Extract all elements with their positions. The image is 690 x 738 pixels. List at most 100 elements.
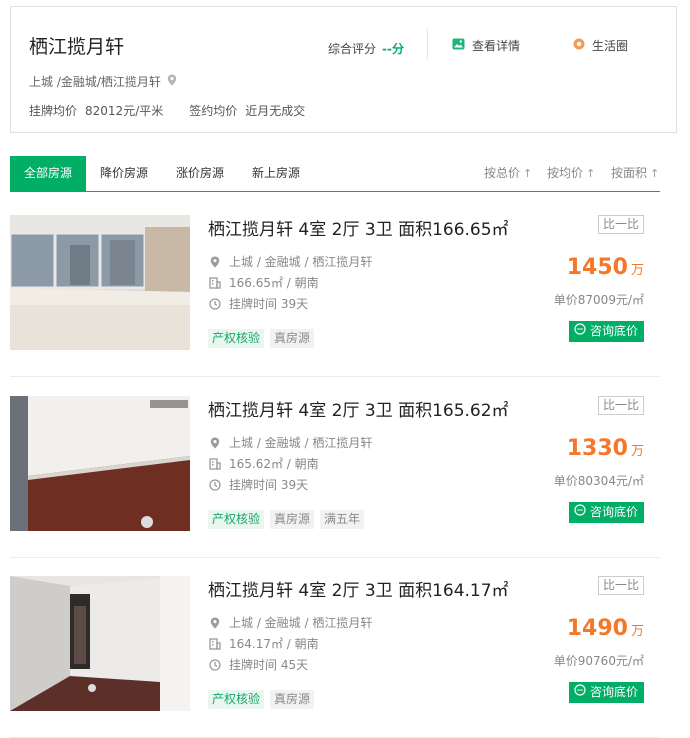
listing-layout-text: 165.62㎡ / 朝南 [229,457,319,471]
listing-layout: 165.62㎡ / 朝南 [208,455,319,472]
listing-tags: 产权核验 真房源 [208,329,315,348]
community-prices: 挂牌均价 82012元/平米 签约均价 近月无成交 [29,102,305,119]
listing-photo[interactable] [10,215,190,350]
life-circle-icon [573,38,585,53]
consult-price-button[interactable]: 咨询底价 [568,502,644,523]
listing-layout-text: 166.65㎡ / 朝南 [229,276,319,290]
listing-title[interactable]: 栖江揽月轩 4室 2厅 3卫 面积165.62㎡ [208,396,509,421]
location-pin-icon[interactable] [167,74,177,89]
consult-price-label: 咨询底价 [589,324,638,338]
chat-icon [574,502,586,523]
community-title: 栖江揽月轩 [29,36,125,58]
sort-total-label: 按总价 [484,166,521,180]
clock-icon [208,478,221,491]
tag-real-listing: 真房源 [270,510,315,529]
tag-real-listing: 真房源 [270,329,315,348]
deal-price-value: 近月无成交 [245,104,306,118]
unit-price: 单价90760元/㎡ [553,654,644,668]
location-pin-icon [208,616,221,629]
listing-layout: 164.17㎡ / 朝南 [208,635,319,652]
listing-item[interactable]: 栖江揽月轩 4室 2厅 3卫 面积166.65㎡ 上城 / 金融城 / 栖江揽月… [10,215,660,377]
listing-time: 挂牌时间 39天 [208,295,308,312]
total-price: 1490 万 [567,616,644,641]
view-details-link[interactable]: 查看详情 [452,37,520,54]
listing-time-text: 挂牌时间 39天 [229,478,309,492]
clock-icon [208,658,221,671]
sort-area-label: 按面积 [611,166,648,180]
total-price: 1330 万 [567,436,644,461]
clock-icon [208,297,221,310]
total-price-value: 1490 [566,616,628,641]
tab-price-down[interactable]: 降价房源 [86,156,162,191]
total-price-unit: 万 [630,444,644,459]
listing-layout-text: 164.17㎡ / 朝南 [229,637,319,651]
sort-unit-label: 按均价 [547,166,584,180]
tag-verified: 产权核验 [208,329,265,348]
listing-location: 上城 / 金融城 / 栖江揽月轩 [208,434,372,451]
deal-price-label: 签约均价 [189,104,238,118]
view-details-label: 查看详情 [472,39,521,53]
chat-icon [574,682,586,703]
building-icon [208,637,221,650]
listing-tags: 产权核验 真房源 满五年 [208,510,365,529]
tab-new[interactable]: 新上房源 [238,156,314,191]
consult-price-button[interactable]: 咨询底价 [568,682,644,703]
tag-verified: 产权核验 [208,510,265,529]
score-value: --分 [382,42,404,56]
listing-time-text: 挂牌时间 45天 [229,658,309,672]
total-price-unit: 万 [630,263,644,278]
up-arrow-icon: ↑ [650,167,660,180]
sort-by-total-price[interactable]: 按总价 ↑ [484,156,532,191]
location-pin-icon [208,436,221,449]
list-price-label: 挂牌均价 [29,104,78,118]
overall-score: 综合评分 --分 [328,40,404,57]
listing-location: 上城 / 金融城 / 栖江揽月轩 [208,253,372,270]
unit-price: 单价87009元/㎡ [553,293,644,307]
photo-icon [452,38,465,53]
listing-title[interactable]: 栖江揽月轩 4室 2厅 3卫 面积164.17㎡ [208,576,509,601]
tab-price-up[interactable]: 涨价房源 [162,156,238,191]
total-price-value: 1330 [566,436,628,461]
list-price-value: 82012元/平米 [85,104,164,118]
listing-tags: 产权核验 真房源 [208,690,315,709]
tag-five-years: 满五年 [320,510,365,529]
listing-time-text: 挂牌时间 39天 [229,297,309,311]
listing-photo[interactable] [10,396,190,531]
community-summary-card: 栖江揽月轩 上城 /金融城/栖江揽月轩 挂牌均价 82012元/平米 签约均价 … [10,6,677,133]
score-label: 综合评分 [328,42,377,56]
listing-photo[interactable] [10,576,190,711]
listing-filter-tabs: 全部房源 降价房源 涨价房源 新上房源 按总价 ↑ 按均价 ↑ 按面积 ↑ [10,156,660,192]
building-icon [208,276,221,289]
consult-price-button[interactable]: 咨询底价 [568,321,644,342]
up-arrow-icon: ↑ [586,167,596,180]
listing-location: 上城 / 金融城 / 栖江揽月轩 [208,614,372,631]
consult-price-label: 咨询底价 [589,505,638,519]
listing-item[interactable]: 栖江揽月轩 4室 2厅 3卫 面积164.17㎡ 上城 / 金融城 / 栖江揽月… [10,576,660,738]
tag-verified: 产权核验 [208,690,265,709]
unit-price: 单价80304元/㎡ [553,474,644,488]
tab-all[interactable]: 全部房源 [10,156,86,191]
tag-real-listing: 真房源 [270,690,315,709]
listing-location-text: 上城 / 金融城 / 栖江揽月轩 [229,255,373,269]
location-pin-icon [208,255,221,268]
listing-time: 挂牌时间 45天 [208,656,308,673]
community-location-text: 上城 /金融城/栖江揽月轩 [29,75,161,89]
listing-location-text: 上城 / 金融城 / 栖江揽月轩 [229,616,373,630]
community-location: 上城 /金融城/栖江揽月轩 [29,73,177,90]
listing-item[interactable]: 栖江揽月轩 4室 2厅 3卫 面积165.62㎡ 上城 / 金融城 / 栖江揽月… [10,396,660,558]
listing-location-text: 上城 / 金融城 / 栖江揽月轩 [229,436,373,450]
sort-by-area[interactable]: 按面积 ↑ [611,156,659,191]
life-circle-label: 生活圈 [592,39,629,53]
building-icon [208,457,221,470]
listing-layout: 166.65㎡ / 朝南 [208,274,319,291]
listing-title[interactable]: 栖江揽月轩 4室 2厅 3卫 面积166.65㎡ [208,215,509,240]
consult-price-label: 咨询底价 [589,685,638,699]
life-circle-link[interactable]: 生活圈 [573,37,628,54]
chat-icon [574,321,586,342]
compare-button[interactable]: 比一比 [597,215,644,234]
compare-button[interactable]: 比一比 [597,576,644,595]
sort-by-unit-price[interactable]: 按均价 ↑ [547,156,595,191]
compare-button[interactable]: 比一比 [597,396,644,415]
listing-time: 挂牌时间 39天 [208,476,308,493]
total-price-value: 1450 [566,255,628,280]
